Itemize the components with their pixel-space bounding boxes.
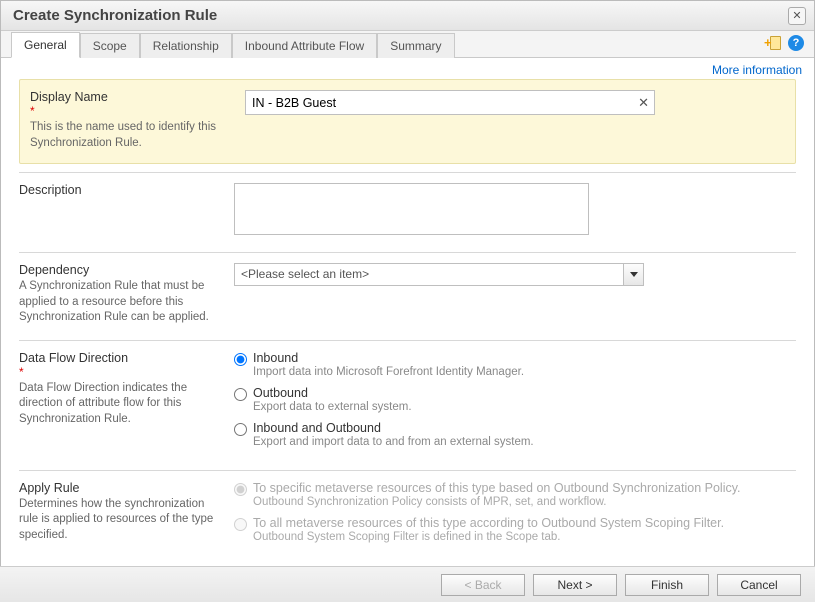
tab-summary[interactable]: Summary: [377, 33, 454, 58]
direction-option-outbound: Outbound: [253, 386, 412, 400]
chevron-down-icon: [630, 272, 638, 277]
title-bar: Create Synchronization Rule ✕: [1, 1, 814, 31]
apply-rule-option-policy: To specific metaverse resources of this …: [253, 481, 741, 495]
dependency-select-button[interactable]: [623, 264, 643, 285]
direction-radio-both[interactable]: [234, 423, 247, 436]
apply-rule-radio-policy: [234, 483, 247, 496]
display-name-input[interactable]: [245, 90, 655, 115]
finish-button[interactable]: Finish: [625, 574, 709, 596]
next-button[interactable]: Next >: [533, 574, 617, 596]
clear-input-button[interactable]: ✕: [638, 95, 649, 111]
direction-option-inbound: Inbound: [253, 351, 524, 365]
direction-label: Data Flow Direction: [19, 351, 214, 365]
description-label: Description: [19, 183, 214, 197]
apply-rule-option-scoping: To all metaverse resources of this type …: [253, 516, 724, 530]
section-display-name: Display Name * This is the name used to …: [19, 79, 796, 164]
required-star: *: [30, 104, 225, 118]
section-dependency: Dependency A Synchronization Rule that m…: [19, 252, 796, 340]
close-button[interactable]: ✕: [788, 7, 806, 25]
new-resource-button[interactable]: +: [766, 35, 782, 51]
tab-inbound-attribute-flow[interactable]: Inbound Attribute Flow: [232, 33, 377, 58]
window-title: Create Synchronization Rule: [13, 7, 217, 24]
tab-strip: General Scope Relationship Inbound Attri…: [1, 31, 814, 58]
dependency-select-value: <Please select an item>: [235, 264, 623, 285]
help-button[interactable]: ?: [788, 35, 804, 51]
dependency-label: Dependency: [19, 263, 214, 277]
apply-rule-label: Apply Rule: [19, 481, 214, 495]
required-star: *: [19, 365, 214, 379]
tab-relationship[interactable]: Relationship: [140, 33, 232, 58]
direction-desc: Data Flow Direction indicates the direct…: [19, 381, 214, 428]
apply-rule-option-scoping-desc: Outbound System Scoping Filter is define…: [253, 531, 724, 543]
display-name-desc: This is the name used to identify this S…: [30, 120, 225, 151]
more-information-link[interactable]: More information: [712, 63, 802, 77]
cancel-button[interactable]: Cancel: [717, 574, 801, 596]
apply-rule-radio-scoping: [234, 518, 247, 531]
tab-scope[interactable]: Scope: [80, 33, 140, 58]
direction-radio-inbound[interactable]: [234, 353, 247, 366]
close-icon: ✕: [792, 9, 801, 22]
direction-option-inbound-desc: Import data into Microsoft Forefront Ide…: [253, 366, 524, 378]
plus-icon: +: [764, 35, 772, 50]
button-bar: < Back Next > Finish Cancel: [0, 566, 815, 602]
help-icon: ?: [793, 37, 800, 49]
apply-rule-option-policy-desc: Outbound Synchronization Policy consists…: [253, 496, 741, 508]
section-direction: Data Flow Direction * Data Flow Directio…: [19, 340, 796, 470]
section-apply-rule: Apply Rule Determines how the synchroniz…: [19, 470, 796, 565]
description-input[interactable]: [234, 183, 589, 235]
dependency-select[interactable]: <Please select an item>: [234, 263, 644, 286]
content-area: Display Name * This is the name used to …: [1, 79, 814, 581]
section-description: Description: [19, 172, 796, 252]
apply-rule-desc: Determines how the synchronization rule …: [19, 497, 214, 544]
tab-general[interactable]: General: [11, 32, 80, 58]
direction-option-both: Inbound and Outbound: [253, 421, 534, 435]
back-button: < Back: [441, 574, 525, 596]
direction-radio-outbound[interactable]: [234, 388, 247, 401]
display-name-label: Display Name: [30, 90, 225, 104]
direction-option-outbound-desc: Export data to external system.: [253, 401, 412, 413]
direction-option-both-desc: Export and import data to and from an ex…: [253, 436, 534, 448]
dependency-desc: A Synchronization Rule that must be appl…: [19, 279, 214, 326]
